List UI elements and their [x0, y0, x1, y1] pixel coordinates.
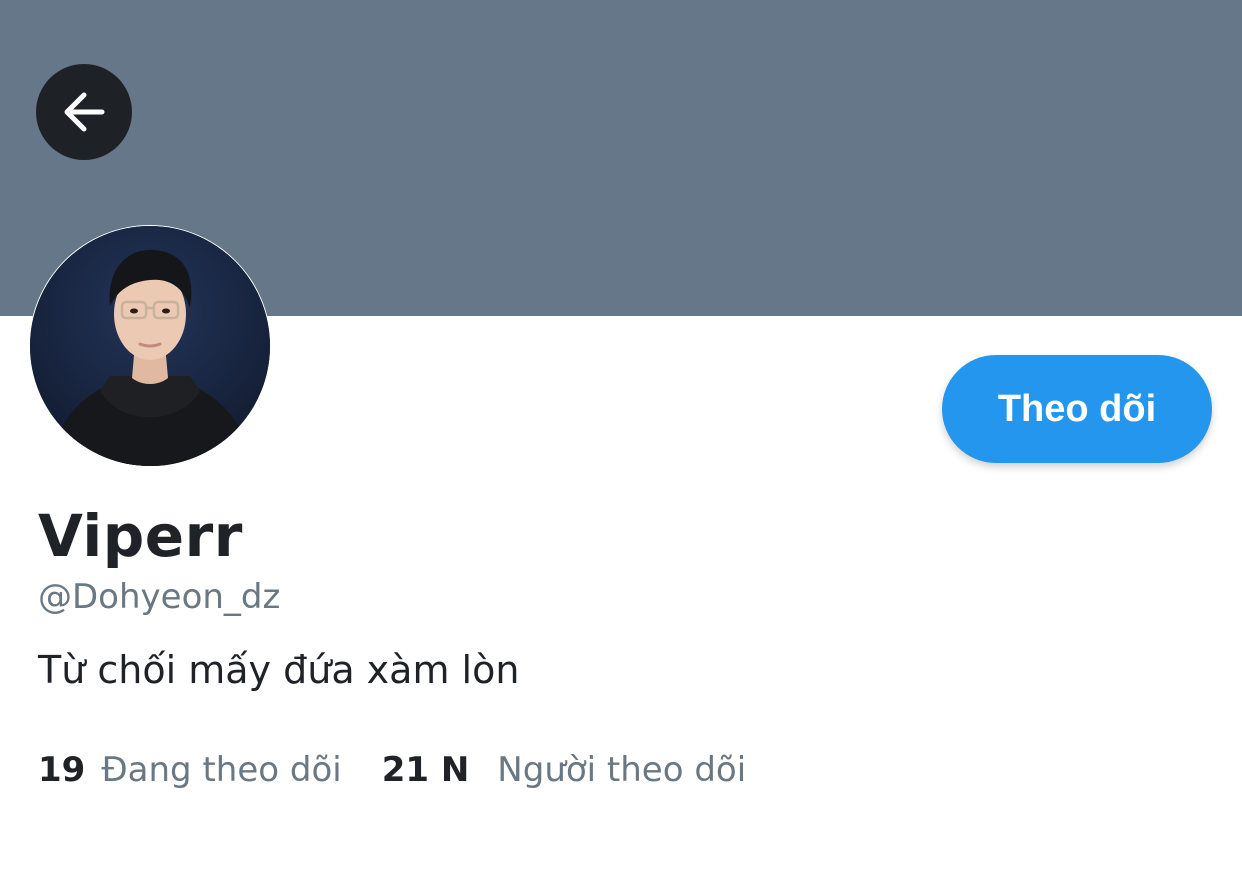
- followers-stat[interactable]: 21 N Người theo dõi: [382, 746, 746, 794]
- follow-button[interactable]: Theo dõi: [942, 355, 1212, 463]
- arrow-left-icon: [64, 92, 105, 132]
- following-count: 19: [38, 750, 86, 790]
- following-label: Đang theo dõi: [101, 750, 342, 790]
- user-handle: @Dohyeon_dz: [38, 577, 281, 617]
- avatar[interactable]: [30, 226, 270, 466]
- avatar-photo: [30, 226, 270, 466]
- following-stat[interactable]: 19 Đang theo dõi: [38, 746, 342, 794]
- profile-bio: Từ chối mấy đứa xàm lòn: [38, 648, 520, 692]
- follow-stats: 19 Đang theo dõi 21 N Người theo dõi: [38, 746, 746, 794]
- back-button[interactable]: [36, 64, 132, 160]
- display-name: Viperr: [38, 502, 243, 570]
- followers-label: Người theo dõi: [497, 750, 747, 790]
- followers-count: 21 N: [381, 750, 470, 790]
